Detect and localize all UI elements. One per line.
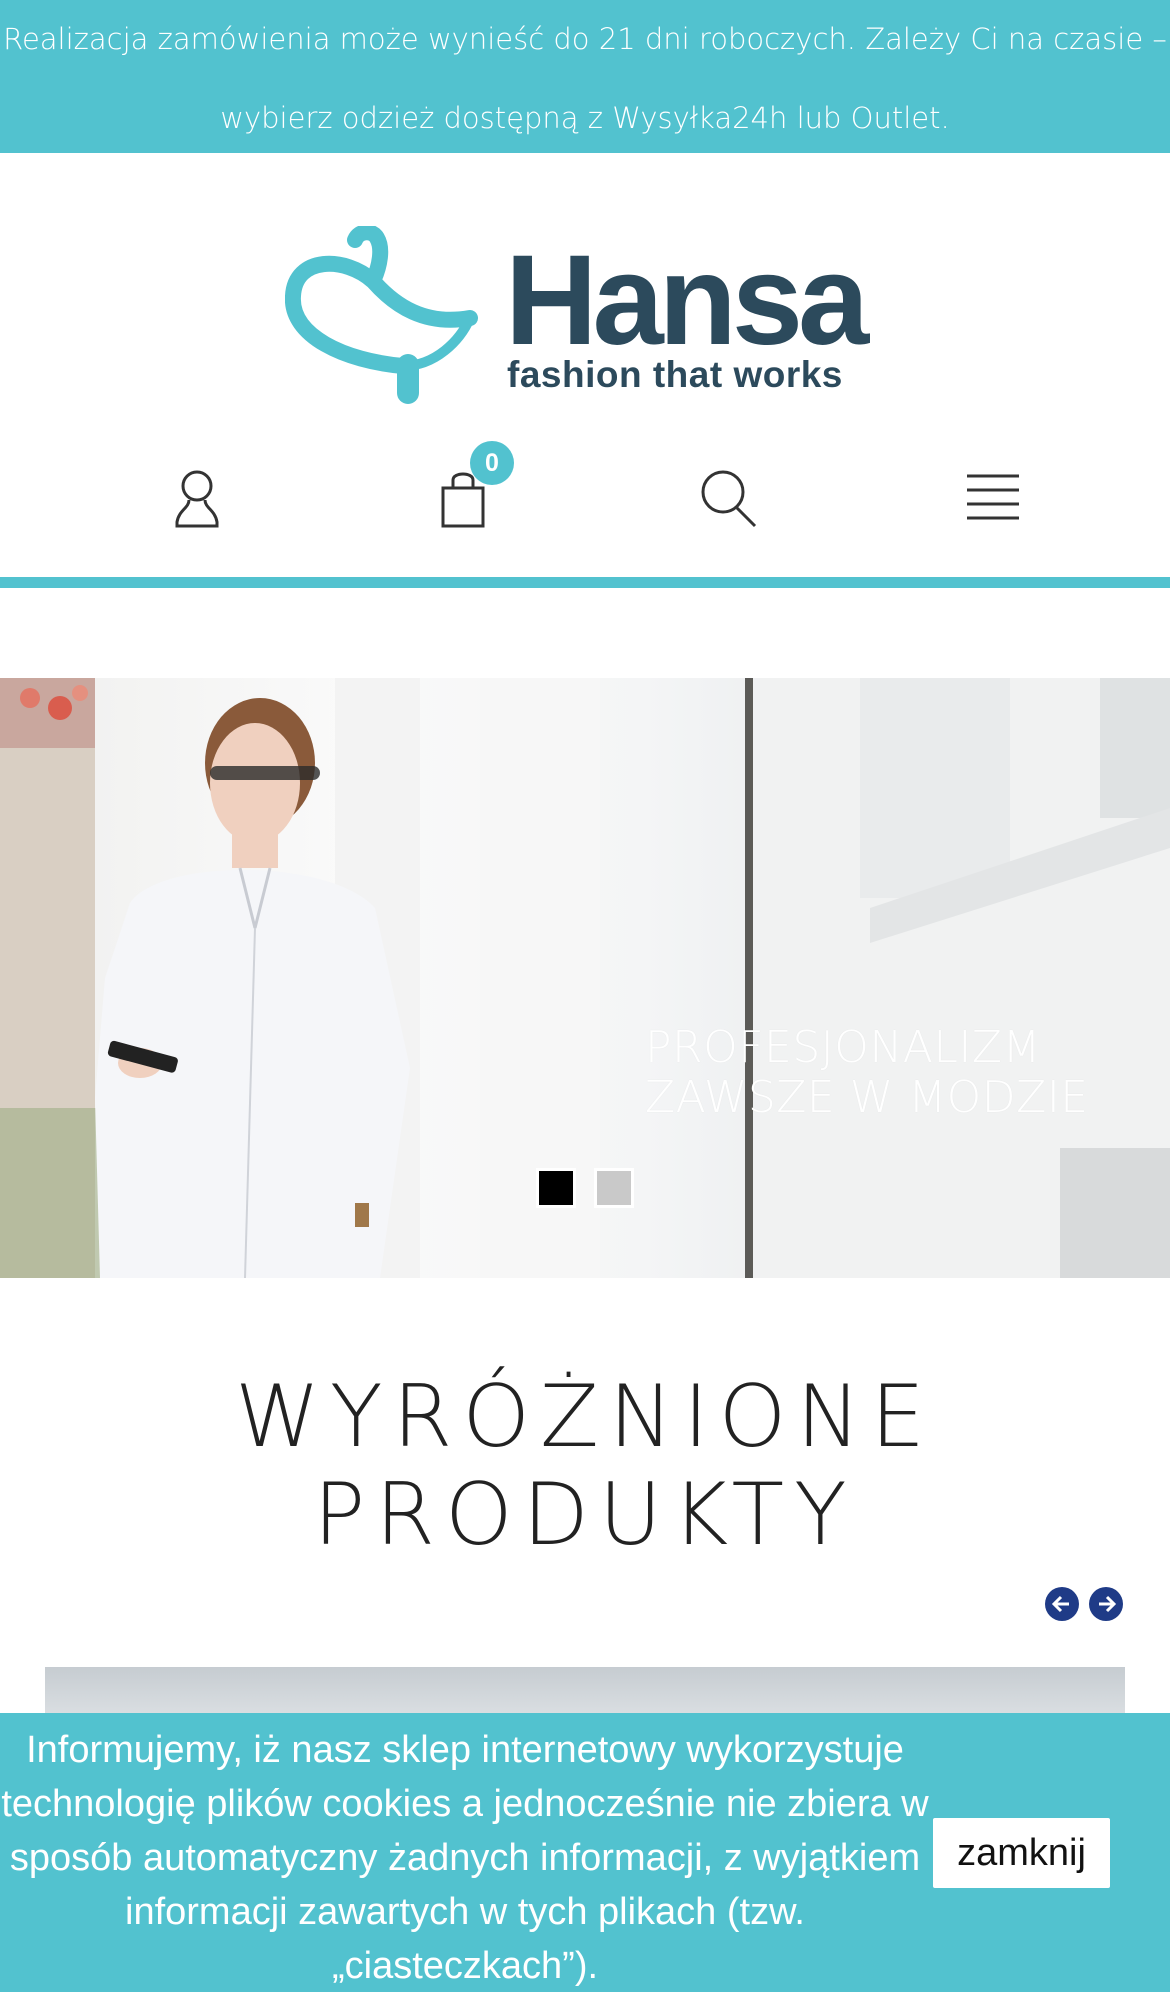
account-button[interactable] [152, 453, 242, 543]
featured-title-line-1: WYRÓŻNIONE [235, 1367, 935, 1467]
next-arrow-button[interactable] [1089, 1587, 1123, 1621]
search-button[interactable] [684, 453, 774, 543]
arrow-right-icon [1099, 1595, 1117, 1613]
announcement-line-1: Realizacja zamówienia może wynieść do 21… [3, 22, 1167, 56]
arrow-left-icon [1051, 1595, 1069, 1613]
announcement-bar: Realizacja zamówienia może wynieść do 21… [0, 0, 1170, 153]
brand-tagline: fashion that works [507, 354, 843, 395]
heart-logo-icon [285, 226, 478, 404]
cookie-banner: Informujemy, iż nasz sklep internetowy w… [0, 1713, 1170, 1992]
header-divider [0, 577, 1170, 588]
carousel-arrows [1045, 1587, 1123, 1621]
slider-dot-2[interactable] [594, 1168, 634, 1208]
featured-title-line-2: PRODUKTY [313, 1465, 857, 1565]
prev-arrow-button[interactable] [1045, 1587, 1079, 1621]
cookie-close-button[interactable]: zamknij [933, 1818, 1110, 1888]
search-icon [701, 470, 757, 528]
announcement-line-2: wybierz odzież dostępną z Wysyłka24h lub… [220, 101, 950, 135]
hero-slider[interactable]: PROFESJONALIZM ZAWSZE W MODZIE [0, 678, 1170, 1278]
slider-dot-1[interactable] [536, 1168, 576, 1208]
slide-headline-line-2: ZAWSZE W MODZIE [645, 1072, 1089, 1123]
cart-button[interactable]: 0 [418, 441, 514, 543]
slide-headline: PROFESJONALIZM ZAWSZE W MODZIE [645, 1023, 1089, 1123]
featured-products-title: WYRÓŻNIONE PRODUKTY [0, 1368, 1170, 1564]
slider-pagination [536, 1168, 634, 1208]
cart-count-badge: 0 [470, 441, 514, 485]
site-header: Hansa fashion that works 0 [0, 153, 1170, 588]
hansa-logo[interactable]: Hansa fashion that works [285, 226, 905, 406]
cookie-notice-text: Informujemy, iż nasz sklep internetowy w… [1, 1729, 929, 1987]
slide-headline-line-1: PROFESJONALIZM [645, 1022, 1041, 1073]
hamburger-menu-icon [967, 474, 1019, 520]
header-icon-bar: 0 [0, 441, 1170, 543]
menu-button[interactable] [948, 453, 1038, 543]
user-icon [175, 470, 219, 528]
